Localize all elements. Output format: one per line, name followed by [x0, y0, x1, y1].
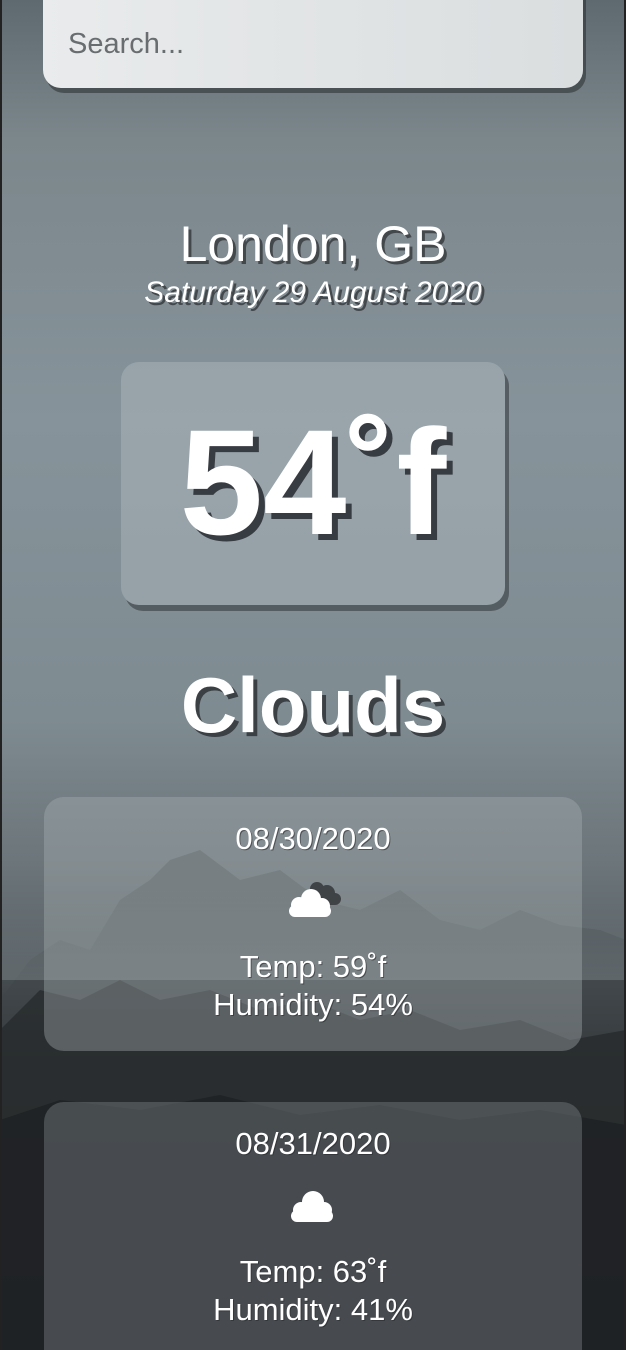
forecast-date: 08/30/2020: [235, 821, 391, 856]
location-title: London, GB: [179, 216, 447, 272]
forecast-humidity: Humidity: 41%: [213, 1292, 413, 1327]
forecast-temperature: Temp: 63˚f: [239, 1254, 387, 1289]
cloud-icon: [291, 1191, 333, 1222]
forecast-humidity: Humidity: 54%: [213, 987, 413, 1022]
current-temperature-box: 54˚f: [121, 362, 505, 605]
broken-clouds-icon: [289, 882, 341, 917]
weather-condition: Clouds: [180, 661, 446, 749]
forecast-card: 08/30/2020 Temp: 59˚f Humidity: 54%: [44, 797, 582, 1051]
current-temperature: 54˚f: [179, 398, 447, 566]
forecast-card: 08/31/2020 Temp: 63˚f Humidity: 41%: [44, 1102, 582, 1350]
current-date: Saturday 29 August 2020: [144, 276, 482, 309]
search-input[interactable]: [68, 20, 548, 68]
search-bar: [43, 0, 583, 88]
forecast-temperature: Temp: 59˚f: [239, 949, 387, 984]
forecast-date: 08/31/2020: [235, 1126, 391, 1161]
